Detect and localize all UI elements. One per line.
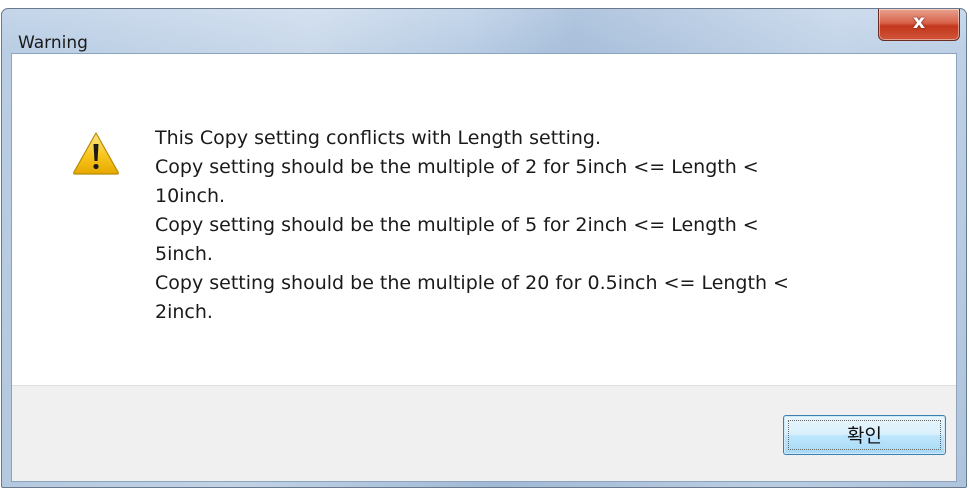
ok-button-label: 확인 xyxy=(847,424,882,447)
warning-icon xyxy=(73,132,119,175)
dialog-title: Warning xyxy=(18,33,88,53)
ok-button[interactable]: 확인 xyxy=(783,415,946,455)
warning-dialog: Warning x This Copy setting conflicts wi… xyxy=(1,8,967,488)
message-line: Copy setting should be the multiple of 2… xyxy=(155,156,759,178)
dialog-client-area: This Copy setting conflicts with Length … xyxy=(11,53,957,482)
message-text: This Copy setting conflicts with Length … xyxy=(155,124,895,327)
button-bar: 확인 xyxy=(12,385,956,481)
message-line: 10inch. xyxy=(155,185,226,207)
message-line: Copy setting should be the multiple of 2… xyxy=(155,272,789,294)
message-line: This Copy setting conflicts with Length … xyxy=(155,127,602,149)
close-button[interactable]: x xyxy=(878,9,960,41)
message-line: Copy setting should be the multiple of 5… xyxy=(155,214,759,236)
close-icon: x xyxy=(912,11,926,33)
message-line: 5inch. xyxy=(155,243,213,265)
message-line: 2inch. xyxy=(155,301,213,323)
